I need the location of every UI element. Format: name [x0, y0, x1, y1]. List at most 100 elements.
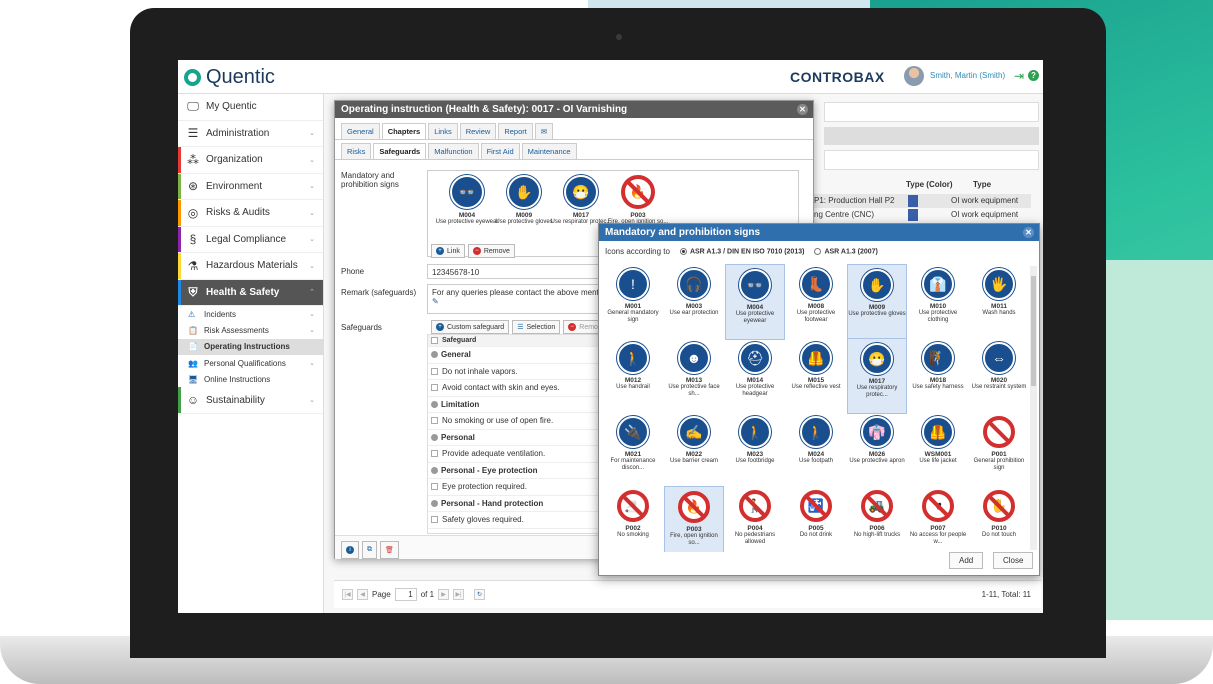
- close-icon[interactable]: ✕: [1023, 227, 1034, 238]
- checkbox[interactable]: [431, 384, 438, 392]
- checkbox[interactable]: [431, 483, 438, 491]
- sign-option[interactable]: 😷 M017 Use respiratory protec...: [847, 338, 907, 414]
- last-page-button[interactable]: ▶|: [453, 589, 465, 600]
- checkbox[interactable]: [431, 337, 438, 344]
- sign-option[interactable]: 🚶 M024 Use footpath: [786, 412, 846, 488]
- quentic-logo[interactable]: Quentic: [184, 66, 275, 89]
- remove-button[interactable]: − Remove: [467, 244, 515, 258]
- sign-option[interactable]: 🚰 P005 Do not drink: [786, 486, 846, 552]
- sign-icon: 🚶: [617, 342, 649, 374]
- refresh-icon[interactable]: ↻: [474, 589, 486, 600]
- col-type-color[interactable]: Type (Color): [906, 180, 953, 189]
- sign-option[interactable]: ✋ P010 Do not touch: [969, 486, 1029, 552]
- close-icon[interactable]: ✕: [797, 104, 808, 115]
- help-icon[interactable]: ?: [1028, 70, 1039, 81]
- sidebar-subitem[interactable]: 📋 Risk Assessments ⌄: [178, 322, 323, 338]
- monitor-icon: 🖵: [187, 99, 199, 114]
- subtab-safeguards[interactable]: Safeguards: [373, 143, 427, 159]
- sign-option[interactable]: ♥ P007 No access for people w...: [908, 486, 968, 552]
- sign-option[interactable]: ⇔ M020 Use restraint system: [969, 338, 1029, 414]
- sidebar-subitem[interactable]: 📄 Operating Instructions: [178, 338, 323, 355]
- user-name[interactable]: Smith, Martin (Smith): [930, 71, 1005, 80]
- sign-option[interactable]: 🚜 P006 No high-lift trucks: [847, 486, 907, 552]
- checkbox[interactable]: [431, 516, 438, 524]
- sign-option[interactable]: 🚶 M023 Use footbridge: [725, 412, 785, 488]
- avatar[interactable]: [904, 66, 924, 86]
- sign-option[interactable]: 🔌 M021 For maintenance discon...: [603, 412, 663, 488]
- sidebar-item-label: Health & Safety: [206, 286, 280, 298]
- scrollbar[interactable]: [1030, 266, 1037, 550]
- sidebar-subitem[interactable]: 🖥 Online Instructions: [178, 371, 323, 387]
- subtab-maintenance[interactable]: Maintenance: [521, 143, 577, 159]
- tab-mail[interactable]: ✉: [534, 123, 554, 139]
- col-type[interactable]: Type: [973, 180, 991, 189]
- checkbox[interactable]: [431, 450, 438, 458]
- delete-button[interactable]: 🗑: [380, 541, 399, 559]
- sidebar-item-organization[interactable]: ⁂ Organization ⌄: [178, 147, 323, 174]
- sidebar-item-legal-compliance[interactable]: § Legal Compliance ⌄: [178, 226, 323, 253]
- sign-option[interactable]: ⛑ M014 Use protective headgear: [725, 338, 785, 414]
- sidebar-subitem-label: Personal Qualifications: [204, 358, 286, 368]
- page-input[interactable]: 1: [394, 588, 417, 601]
- sidebar-subitem[interactable]: ⚠ Incidents ⌄: [178, 306, 323, 322]
- sign-option[interactable]: ! M001 General mandatory sign: [603, 264, 663, 340]
- sign-option[interactable]: 🧗 M018 Use safety harness: [908, 338, 968, 414]
- sign-option[interactable]: 🚶 M012 Use handrail: [603, 338, 663, 414]
- collapse-icon[interactable]: [431, 499, 438, 507]
- sign-option[interactable]: 🦺 M015 Use reflective vest: [786, 338, 846, 414]
- add-button[interactable]: Add: [949, 552, 984, 569]
- sidebar-item-administration[interactable]: ☰ Administration ⌄: [178, 120, 323, 147]
- sign-option[interactable]: 👔 M010 Use protective clothing: [908, 264, 968, 340]
- standard-option-2013[interactable]: ASR A1.3 / DIN EN ISO 7010 (2013): [679, 247, 804, 255]
- sign-item[interactable]: 🔥P003Fire, open ignition so...: [603, 175, 673, 226]
- tab-chapters[interactable]: Chapters: [381, 123, 427, 139]
- sign-option[interactable]: ✍ M022 Use barrier cream: [664, 412, 724, 488]
- sidebar-item-health-safety[interactable]: ⛨ Health & Safety ⌃: [178, 279, 323, 306]
- checkbox[interactable]: [431, 417, 438, 425]
- sidebar-item-my-quentic[interactable]: 🖵 My Quentic: [178, 94, 323, 121]
- tab-review[interactable]: Review: [459, 123, 497, 139]
- sidebar-item-risks-audits[interactable]: ◎ Risks & Audits ⌄: [178, 200, 323, 227]
- link-button[interactable]: + Link: [431, 244, 465, 258]
- subtab-risks[interactable]: Risks: [341, 143, 372, 159]
- sidebar-item-environment[interactable]: ⊛ Environment ⌄: [178, 173, 323, 200]
- sign-option[interactable]: 🖐 M011 Wash hands: [969, 264, 1029, 340]
- subtab-first-aid[interactable]: First Aid: [480, 143, 520, 159]
- tab-general[interactable]: General: [341, 123, 380, 139]
- close-button[interactable]: Close: [993, 552, 1034, 569]
- checkbox[interactable]: [431, 367, 438, 375]
- sign-option[interactable]: 👢 M008 Use protective footwear: [786, 264, 846, 340]
- custom-safeguard-button[interactable]: + Custom safeguard: [431, 320, 510, 334]
- collapse-icon[interactable]: [431, 400, 438, 408]
- sign-option[interactable]: ✋ M009 Use protective gloves: [847, 264, 907, 340]
- sign-option[interactable]: 🔥 P003 Fire, open ignition so...: [664, 486, 724, 552]
- sign-option[interactable]: P001 General prohibition sign: [969, 412, 1029, 488]
- edit-icon[interactable]: ✎: [432, 297, 439, 306]
- sign-option[interactable]: 🚶 P004 No pedestrians allowed: [725, 486, 785, 552]
- copy-button[interactable]: ⧉: [362, 541, 377, 559]
- sign-option[interactable]: 🚬 P002 No smoking: [603, 486, 663, 552]
- sidebar-item-sustainability[interactable]: ☺ Sustainability ⌄: [178, 387, 323, 414]
- subtab-malfunction[interactable]: Malfunction: [428, 143, 479, 159]
- info-button[interactable]: i: [341, 541, 359, 559]
- tab-report[interactable]: Report: [498, 123, 533, 139]
- radio-selected[interactable]: [679, 247, 687, 255]
- tab-links[interactable]: Links: [428, 123, 458, 139]
- next-page-button[interactable]: ▶: [438, 589, 450, 600]
- sidebar-item-hazardous-materials[interactable]: ⚗ Hazardous Materials ⌄: [178, 253, 323, 280]
- sign-option[interactable]: 👓 M004 Use protective eyewear: [725, 264, 785, 340]
- first-page-button[interactable]: |◀: [342, 589, 353, 600]
- selection-button[interactable]: ☰ Selection: [512, 320, 561, 334]
- sign-option[interactable]: ☻ M013 Use protective face sh...: [664, 338, 724, 414]
- sign-option[interactable]: 👘 M026 Use protective apron: [847, 412, 907, 488]
- collapse-icon[interactable]: [431, 351, 438, 359]
- sign-option[interactable]: 🎧 M003 Use ear protection: [664, 264, 724, 340]
- sidebar-subitem[interactable]: 👥 Personal Qualifications ⌄: [178, 355, 323, 371]
- collapse-icon[interactable]: [431, 433, 438, 441]
- radio[interactable]: [814, 247, 822, 255]
- prev-page-button[interactable]: ◀: [357, 589, 368, 600]
- logout-icon[interactable]: ⇥: [1014, 69, 1024, 83]
- sign-option[interactable]: 🦺 WSM001 Use life jacket: [908, 412, 968, 488]
- collapse-icon[interactable]: [431, 466, 438, 474]
- standard-option-2007[interactable]: ASR A1.3 (2007): [814, 247, 878, 255]
